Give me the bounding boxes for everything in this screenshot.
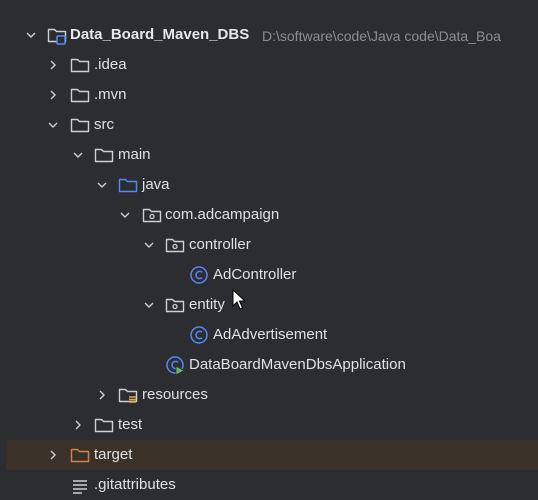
folder-icon	[93, 144, 115, 166]
java-application-class-icon	[166, 356, 185, 376]
tree-label-controller: controller	[189, 236, 251, 253]
package-icon	[142, 208, 162, 223]
chevron-right-icon[interactable]	[46, 88, 60, 102]
tree-label-resources: resources	[142, 386, 208, 403]
tree-row-gitattributes[interactable]: .gitattributes	[0, 470, 538, 500]
tree-row-idea[interactable]: .idea	[0, 50, 538, 80]
chevron-down-icon[interactable]	[46, 118, 60, 132]
text-file-icon	[73, 480, 87, 494]
tree-label-entity: entity	[189, 296, 225, 313]
tree-label-main: main	[118, 146, 151, 163]
project-tree: Data_Board_Maven_DBS D:\software\code\Ja…	[0, 0, 538, 494]
folder-icon	[69, 114, 91, 136]
chevron-right-icon[interactable]	[46, 448, 60, 462]
chevron-down-icon[interactable]	[95, 178, 109, 192]
chevron-down-icon[interactable]	[118, 208, 132, 222]
tree-row-resources[interactable]: resources	[0, 380, 538, 410]
tree-row-project[interactable]: Data_Board_Maven_DBS D:\software\code\Ja…	[0, 20, 538, 50]
tree-row-application[interactable]: DataBoardMavenDbsApplication	[0, 350, 538, 380]
tree-row-java[interactable]: java	[0, 170, 538, 200]
tree-label-mvn: .mvn	[94, 86, 127, 103]
java-class-icon	[190, 326, 208, 344]
folder-icon	[93, 414, 115, 436]
tree-label-application: DataBoardMavenDbsApplication	[189, 356, 406, 373]
excluded-folder-icon	[69, 444, 91, 466]
chevron-down-icon[interactable]	[71, 148, 85, 162]
tree-row-entity[interactable]: entity	[0, 290, 538, 320]
chevron-right-icon[interactable]	[46, 58, 60, 72]
tree-label-test: test	[118, 416, 143, 433]
java-class-icon	[190, 266, 208, 284]
resources-folder-icon	[118, 388, 138, 403]
package-icon	[165, 298, 185, 313]
project-name: Data_Board_Maven_DBS	[70, 26, 250, 43]
tree-label-gitattributes: .gitattributes	[94, 476, 176, 493]
tree-row-main[interactable]: main	[0, 140, 538, 170]
tree-label-idea: .idea	[94, 56, 127, 73]
module-folder-icon	[47, 28, 67, 45]
package-icon	[165, 238, 185, 253]
chevron-down-icon[interactable]	[142, 238, 156, 252]
project-path: D:\software\code\Java code\Data_Boa	[262, 28, 501, 44]
tree-row-package[interactable]: com.adcampaign	[0, 200, 538, 230]
tree-label-ad-advertisement: AdAdvertisement	[213, 326, 328, 343]
tree-row-mvn[interactable]: .mvn	[0, 80, 538, 110]
tree-label-java: java	[142, 176, 170, 193]
source-folder-icon	[117, 174, 139, 196]
tree-row-ad-advertisement[interactable]: AdAdvertisement	[0, 320, 538, 350]
mouse-cursor-icon	[232, 289, 246, 310]
tree-row-test[interactable]: test	[0, 410, 538, 440]
tree-row-ad-controller[interactable]: AdController	[0, 260, 538, 290]
tree-row-src[interactable]: src	[0, 110, 538, 140]
tree-row-controller[interactable]: controller	[0, 230, 538, 260]
tree-label-src: src	[94, 116, 114, 133]
chevron-right-icon[interactable]	[95, 388, 109, 402]
tree-label-ad-controller: AdController	[213, 266, 297, 283]
tree-row-target[interactable]: target	[6, 440, 538, 470]
chevron-down-icon[interactable]	[142, 298, 156, 312]
chevron-down-icon[interactable]	[24, 28, 38, 42]
folder-icon	[69, 54, 91, 76]
tree-label-package: com.adcampaign	[165, 206, 280, 223]
tree-label-target: target	[94, 446, 133, 463]
folder-icon	[69, 84, 91, 106]
chevron-right-icon[interactable]	[71, 418, 85, 432]
